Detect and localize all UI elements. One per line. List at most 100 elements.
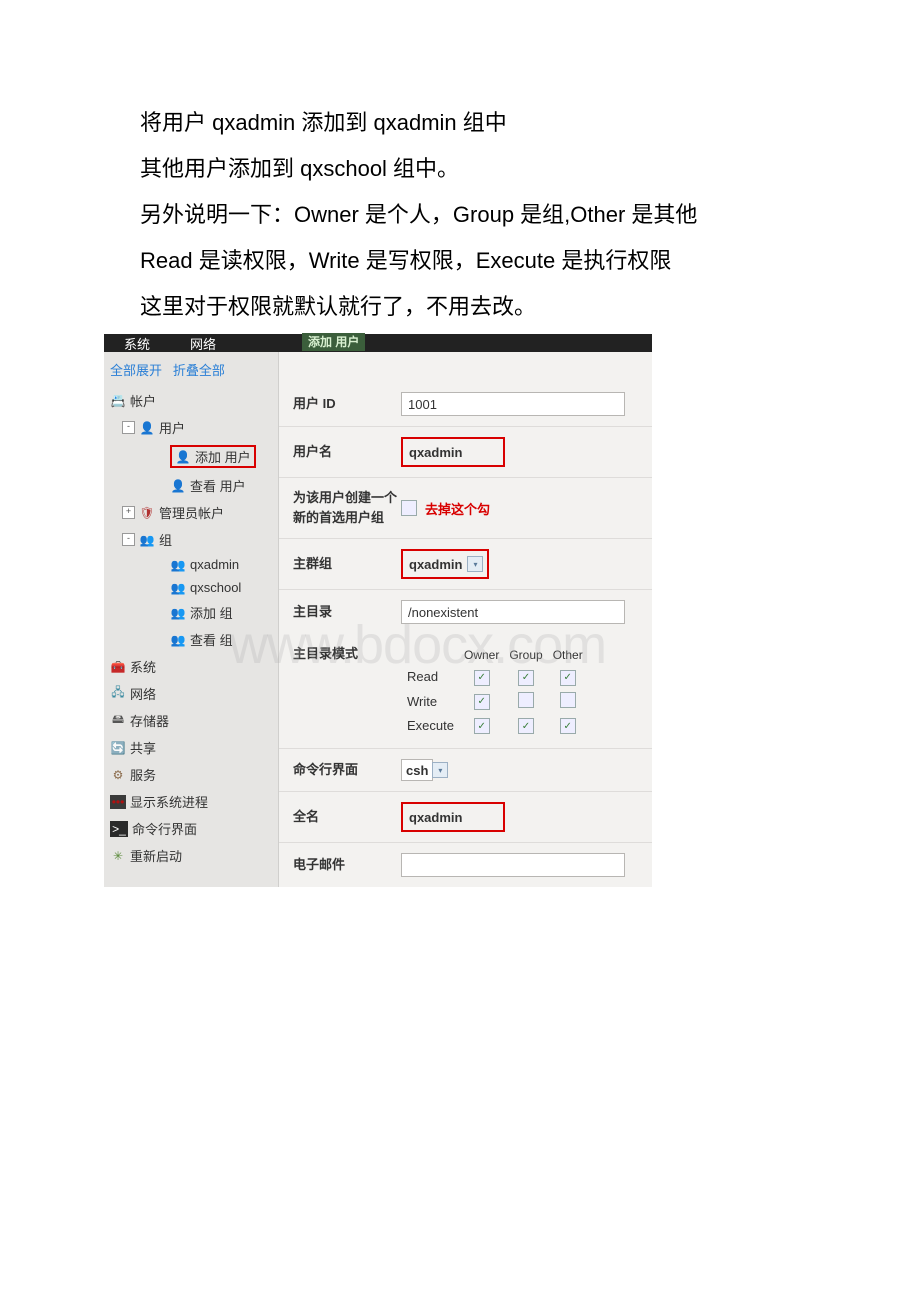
expand-icon[interactable]: + bbox=[122, 506, 135, 519]
perm-exec-other[interactable] bbox=[560, 718, 576, 734]
email-input[interactable] bbox=[401, 853, 625, 877]
storage-icon: 🖴 bbox=[110, 714, 126, 728]
system-icon: 🧰 bbox=[110, 660, 126, 674]
row-user-id: 用户 ID 1001 bbox=[279, 382, 652, 427]
chevron-down-icon[interactable]: ▾ bbox=[432, 762, 448, 778]
group-icon: 👥 bbox=[139, 533, 155, 547]
row-email: 电子邮件 bbox=[279, 843, 652, 887]
row-shell: 命令行界面 csh▾ bbox=[279, 749, 652, 792]
user-id-label: 用户 ID bbox=[293, 394, 401, 414]
collapse-icon[interactable]: - bbox=[122, 533, 135, 546]
create-group-note: 去掉这个勾 bbox=[425, 499, 490, 518]
permission-table: Owner Group Other Read Wr bbox=[401, 644, 589, 738]
perm-write-group[interactable] bbox=[518, 692, 534, 708]
expand-all-link[interactable]: 全部展开 bbox=[110, 363, 162, 378]
perm-read-group[interactable] bbox=[518, 670, 534, 686]
instruction-line-2: 其他用户添加到 qxschool 组中。 bbox=[140, 146, 860, 192]
email-label: 电子邮件 bbox=[293, 855, 401, 875]
tree-group-qxadmin-label: qxadmin bbox=[190, 557, 239, 572]
row-home-mode: 主目录模式 Owner Group Other Read bbox=[279, 634, 652, 749]
perm-row-write: Write bbox=[403, 690, 458, 713]
view-group-icon: 👥 bbox=[170, 633, 186, 647]
perm-read-other[interactable] bbox=[560, 670, 576, 686]
tree-add-user[interactable]: 👤 添加 用户 bbox=[104, 441, 278, 472]
home-label: 主目录 bbox=[293, 602, 401, 622]
add-user-icon: 👤 bbox=[175, 450, 191, 464]
cli-icon: >_ bbox=[110, 821, 128, 837]
tree-service[interactable]: ⚙ 服务 bbox=[104, 761, 278, 788]
primary-group-select[interactable]: qxadmin bbox=[403, 557, 468, 572]
perm-col-owner: Owner bbox=[460, 646, 503, 664]
tree-share[interactable]: 🔄 共享 bbox=[104, 734, 278, 761]
home-input[interactable]: /nonexistent bbox=[401, 600, 625, 624]
view-user-icon: 👤 bbox=[170, 479, 186, 493]
tree-admin-label: 管理员帐户 bbox=[159, 503, 224, 522]
row-home: 主目录 /nonexistent bbox=[279, 590, 652, 634]
tree-admin-account[interactable]: + 🛡 管理员帐户 bbox=[104, 499, 278, 526]
primary-group-label: 主群组 bbox=[293, 554, 401, 574]
perm-write-other[interactable] bbox=[560, 692, 576, 708]
row-username: 用户名 qxadmin bbox=[279, 427, 652, 478]
tree-view-user[interactable]: 👤 查看 用户 bbox=[104, 472, 278, 499]
shell-select[interactable]: csh bbox=[401, 759, 433, 781]
top-tabs: 系统 网络 添加 用户 bbox=[104, 334, 652, 352]
instruction-line-4: Read 是读权限，Write 是写权限，Execute 是执行权限 bbox=[140, 238, 860, 284]
tree-group[interactable]: - 👥 组 bbox=[104, 526, 278, 553]
perm-read-owner[interactable] bbox=[474, 670, 490, 686]
add-group-icon: 👥 bbox=[170, 606, 186, 620]
form-panel: 用户 ID 1001 用户名 qxadmin 为该用户创建一个新的首选用户组 bbox=[279, 352, 652, 887]
tree-reboot[interactable]: ✳ 重新启动 bbox=[104, 842, 278, 869]
reboot-icon: ✳ bbox=[110, 849, 126, 863]
admin-panel: 系统 网络 添加 用户 全部展开 折叠全部 📇 帐户 - 👤 bbox=[104, 334, 652, 887]
shell-label: 命令行界面 bbox=[293, 760, 401, 780]
chevron-down-icon[interactable]: ▾ bbox=[467, 556, 483, 572]
instruction-line-3: 另外说明一下：Owner 是个人，Group 是组,Other 是其他 bbox=[140, 192, 860, 238]
tree-add-group[interactable]: 👥 添加 组 bbox=[104, 599, 278, 626]
tree-group-qxadmin[interactable]: 👥 qxadmin bbox=[104, 553, 278, 576]
collapse-all-link[interactable]: 折叠全部 bbox=[173, 363, 225, 378]
tree-network[interactable]: 🖧 网络 bbox=[104, 680, 278, 707]
tree-network-label: 网络 bbox=[130, 684, 156, 703]
tree-account-label: 帐户 bbox=[130, 391, 156, 410]
tree-view-group[interactable]: 👥 查看 组 bbox=[104, 626, 278, 653]
tree-group-qxschool[interactable]: 👥 qxschool bbox=[104, 576, 278, 599]
account-icon: 📇 bbox=[110, 394, 126, 408]
fullname-input[interactable]: qxadmin bbox=[403, 810, 468, 825]
tree-storage-label: 存储器 bbox=[130, 711, 169, 730]
create-group-checkbox[interactable] bbox=[401, 500, 417, 516]
tree-view-user-label: 查看 用户 bbox=[190, 476, 246, 495]
perm-exec-group[interactable] bbox=[518, 718, 534, 734]
tree-share-label: 共享 bbox=[130, 738, 156, 757]
group-item-icon: 👥 bbox=[170, 558, 186, 572]
home-mode-label: 主目录模式 bbox=[293, 644, 401, 664]
process-icon: ••• bbox=[110, 795, 126, 809]
user-id-input[interactable]: 1001 bbox=[401, 392, 625, 416]
tree-show-proc[interactable]: ••• 显示系统进程 bbox=[104, 788, 278, 815]
perm-row-read: Read bbox=[403, 666, 458, 688]
create-group-label: 为该用户创建一个新的首选用户组 bbox=[293, 488, 401, 528]
panel-title: 添加 用户 bbox=[302, 333, 365, 351]
user-icon: 👤 bbox=[139, 421, 155, 435]
tree-show-proc-label: 显示系统进程 bbox=[130, 792, 208, 811]
tab-network[interactable]: 网络 bbox=[190, 334, 216, 353]
tree-user[interactable]: - 👤 用户 bbox=[104, 414, 278, 441]
tree-view-group-label: 查看 组 bbox=[190, 630, 233, 649]
perm-exec-owner[interactable] bbox=[474, 718, 490, 734]
tree-account[interactable]: 📇 帐户 bbox=[104, 387, 278, 414]
row-primary-group: 主群组 qxadmin ▾ bbox=[279, 539, 652, 590]
perm-col-other: Other bbox=[549, 646, 587, 664]
username-input[interactable]: qxadmin bbox=[403, 445, 468, 460]
tree-storage[interactable]: 🖴 存储器 bbox=[104, 707, 278, 734]
tree-group-qxschool-label: qxschool bbox=[190, 580, 241, 595]
fullname-label: 全名 bbox=[293, 807, 401, 827]
tab-system[interactable]: 系统 bbox=[124, 334, 150, 353]
tree-system[interactable]: 🧰 系统 bbox=[104, 653, 278, 680]
tree-cli[interactable]: >_ 命令行界面 bbox=[104, 815, 278, 842]
tree-add-group-label: 添加 组 bbox=[190, 603, 233, 622]
username-label: 用户名 bbox=[293, 442, 401, 462]
collapse-icon[interactable]: - bbox=[122, 421, 135, 434]
perm-write-owner[interactable] bbox=[474, 694, 490, 710]
tree-cli-label: 命令行界面 bbox=[132, 819, 197, 838]
row-fullname: 全名 qxadmin bbox=[279, 792, 652, 843]
sidebar: 全部展开 折叠全部 📇 帐户 - 👤 用户 👤 bbox=[104, 352, 279, 887]
